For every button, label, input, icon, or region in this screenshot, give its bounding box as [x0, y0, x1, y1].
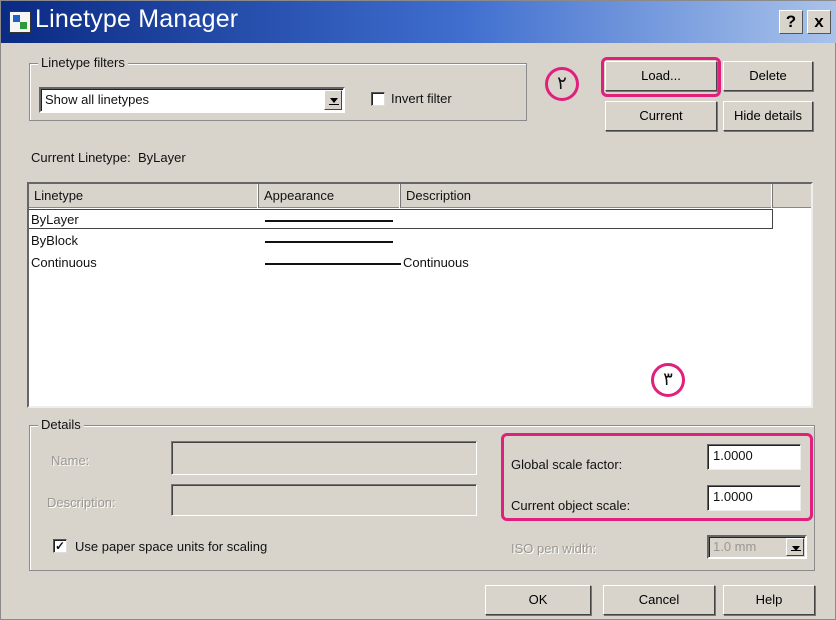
list-header: Linetype Appearance Description	[29, 184, 811, 208]
current-linetype-label: Current Linetype: ByLayer	[31, 150, 186, 165]
iso-pen-width-select[interactable]: 1.0 mm	[707, 535, 807, 559]
linetype-description: Continuous	[403, 255, 469, 270]
scale-highlight	[501, 433, 813, 521]
iso-pen-width-value: 1.0 mm	[713, 539, 757, 554]
cancel-button[interactable]: Cancel	[603, 585, 715, 615]
linetype-appearance	[265, 220, 393, 222]
description-label: Description:	[47, 495, 116, 510]
close-button[interactable]: x	[807, 10, 831, 34]
name-field[interactable]	[171, 441, 477, 475]
delete-button[interactable]: Delete	[723, 61, 813, 91]
linetype-list[interactable]: Linetype Appearance Description ByLayer …	[27, 182, 813, 408]
dropdown-arrow-icon[interactable]	[324, 90, 342, 110]
column-header-linetype[interactable]: Linetype	[29, 184, 259, 208]
linetype-name: ByBlock	[31, 233, 78, 248]
step-2-marker: ۲	[545, 67, 579, 101]
current-linetype-value: ByLayer	[137, 150, 186, 165]
hide-details-button[interactable]: Hide details	[723, 101, 813, 131]
linetype-appearance	[265, 263, 401, 265]
help-button[interactable]: Help	[723, 585, 815, 615]
linetype-name: ByLayer	[31, 212, 79, 227]
description-field[interactable]	[171, 484, 477, 516]
linetype-appearance	[265, 241, 393, 243]
dropdown-arrow-icon[interactable]	[786, 538, 804, 556]
title-bar[interactable]: Linetype Manager ? x	[1, 1, 836, 43]
help-title-button[interactable]: ?	[779, 10, 803, 34]
column-header-description[interactable]: Description	[401, 184, 773, 208]
window-title: Linetype Manager	[35, 5, 239, 33]
invert-filter-checkbox[interactable]	[371, 92, 385, 106]
name-label: Name:	[51, 453, 90, 468]
load-highlight	[601, 57, 721, 97]
details-label: Details	[38, 417, 84, 432]
linetype-filter-value: Show all linetypes	[45, 92, 150, 107]
current-button[interactable]: Current	[605, 101, 717, 131]
list-item-bylayer[interactable]: ByLayer	[29, 209, 773, 229]
app-icon	[9, 11, 31, 33]
linetype-filter-select[interactable]: Show all linetypes	[39, 87, 345, 113]
paper-space-checkbox[interactable]: ✓	[53, 539, 67, 553]
paper-space-label: Use paper space units for scaling	[75, 539, 268, 554]
linetype-manager-dialog: Linetype Manager ? x Linetype filters Sh…	[0, 0, 836, 620]
ok-button[interactable]: OK	[485, 585, 591, 615]
invert-filter-label: Invert filter	[391, 91, 452, 106]
step-3-marker: ۳	[651, 363, 685, 397]
iso-pen-width-label: ISO pen width:	[511, 541, 597, 556]
linetype-filters-label: Linetype filters	[38, 55, 128, 70]
list-item-continuous[interactable]: Continuous Continuous	[29, 253, 811, 273]
list-item-byblock[interactable]: ByBlock	[29, 231, 811, 251]
linetype-name: Continuous	[31, 255, 97, 270]
column-header-appearance[interactable]: Appearance	[259, 184, 401, 208]
